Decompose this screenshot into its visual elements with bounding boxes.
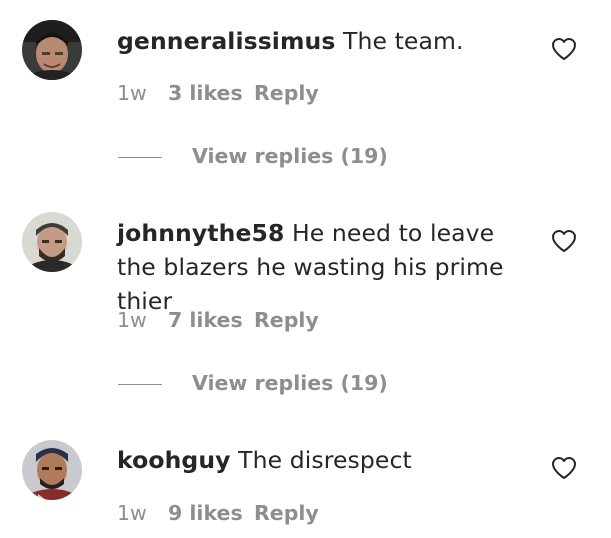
avatar[interactable] (22, 20, 82, 80)
avatar[interactable] (22, 440, 82, 500)
comment-body: genneralissimus The team. (117, 24, 537, 58)
likes-count[interactable]: 7 likes (168, 308, 243, 332)
like-button[interactable] (551, 37, 577, 61)
view-replies-button[interactable]: View replies (19) (192, 144, 388, 168)
comment-body: johnnythe58 He need to leave the blazers… (117, 216, 537, 318)
user-avatar-icon (22, 212, 82, 272)
comment-text: The team. (343, 27, 464, 55)
like-button[interactable] (551, 229, 577, 253)
user-avatar-icon (22, 440, 82, 500)
reply-button[interactable]: Reply (254, 308, 319, 332)
likes-count[interactable]: 9 likes (168, 501, 243, 525)
user-avatar-icon (22, 20, 82, 80)
comment-age: 1w (117, 81, 147, 105)
heart-outline-icon (552, 457, 576, 479)
comment-username[interactable]: genneralissimus (117, 27, 335, 55)
likes-count[interactable]: 3 likes (168, 81, 243, 105)
comment-username[interactable]: koohguy (117, 446, 231, 474)
avatar[interactable] (22, 212, 82, 272)
replies-divider (118, 384, 162, 385)
heart-outline-icon (552, 230, 576, 252)
comment-body: koohguy The disrespect (117, 443, 537, 477)
replies-divider (118, 157, 162, 158)
heart-outline-icon (552, 38, 576, 60)
comment-username[interactable]: johnnythe58 (117, 219, 284, 247)
reply-button[interactable]: Reply (254, 81, 319, 105)
comments-list: genneralissimus The team. 1w 3 likes Rep… (0, 0, 611, 538)
comment-age: 1w (117, 308, 147, 332)
comment-age: 1w (117, 501, 147, 525)
view-replies-button[interactable]: View replies (19) (192, 371, 388, 395)
reply-button[interactable]: Reply (254, 501, 319, 525)
comment-text: The disrespect (238, 446, 412, 474)
like-button[interactable] (551, 456, 577, 480)
